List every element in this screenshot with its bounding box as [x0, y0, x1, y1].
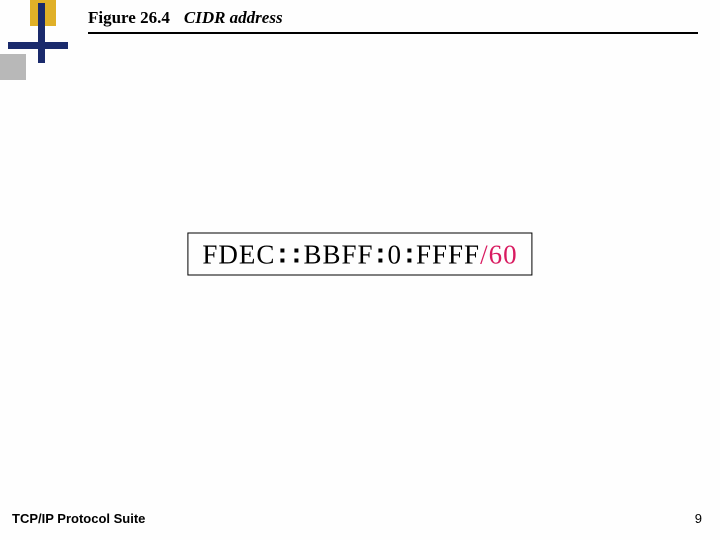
- cidr-seg-4: FFFF: [416, 240, 480, 271]
- slide-corner-decoration: [0, 0, 90, 90]
- gray-square: [0, 54, 26, 80]
- double-colon-icon: [294, 248, 298, 262]
- page-number: 9: [695, 511, 702, 526]
- footer-suite: TCP/IP Protocol Suite: [12, 511, 145, 526]
- title-underline: [88, 32, 698, 34]
- figure-title: CIDR address: [184, 8, 283, 28]
- navy-bar-vertical: [38, 3, 45, 63]
- colon-icon: [379, 248, 383, 262]
- cidr-prefix: /60: [480, 240, 518, 271]
- colon-icon: [407, 248, 411, 262]
- cidr-address-box: FDEC BBFF 0 FFFF /60: [187, 233, 532, 276]
- cidr-seg-3: 0: [388, 240, 403, 271]
- cidr-seg-1: FDEC: [202, 240, 275, 271]
- cidr-seg-2: BBFF: [303, 240, 373, 271]
- double-colon-icon: [280, 248, 284, 262]
- title-row: Figure 26.4 CIDR address: [88, 8, 283, 28]
- figure-label: Figure 26.4: [88, 8, 170, 28]
